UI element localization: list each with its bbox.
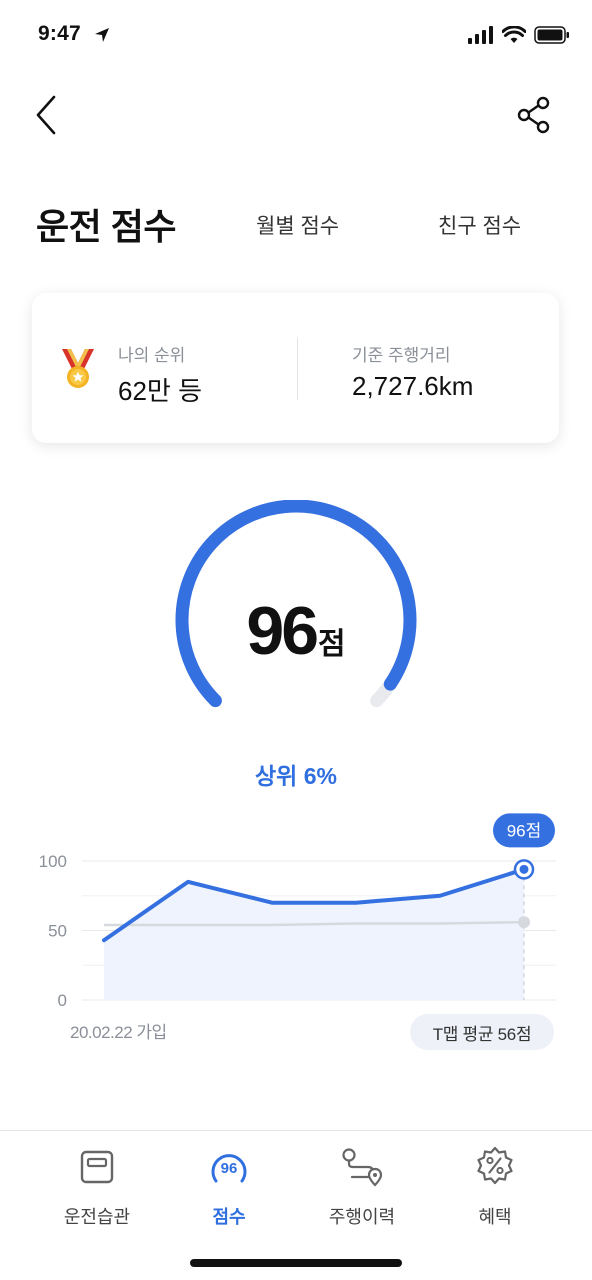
nav-bar xyxy=(0,80,592,152)
bottom-tab-bar: 운전습관 96 점수 주행이력 혜택 xyxy=(0,1130,592,1280)
bottom-tab-label: 점수 xyxy=(212,1207,246,1227)
status-bar: 9:47 xyxy=(0,0,592,72)
bottom-tab-score[interactable]: 96 점수 xyxy=(169,1145,289,1227)
rank-value: 62만 등 xyxy=(118,376,202,406)
signal-icon xyxy=(468,26,493,44)
score-badge-icon: 96 xyxy=(211,1154,247,1183)
bottom-tab-benefits[interactable]: 혜택 xyxy=(435,1145,555,1227)
back-button[interactable] xyxy=(26,92,66,138)
chart-tooltip-text: 96점 xyxy=(507,821,542,840)
tab-friends-score[interactable]: 친구 점수 xyxy=(438,210,521,240)
distance-value: 2,727.6km xyxy=(352,371,474,401)
chart-average-point xyxy=(518,916,530,929)
share-button[interactable] xyxy=(512,92,556,138)
bottom-tab-route-history[interactable]: 주행이력 xyxy=(302,1145,422,1227)
tab-monthly-score[interactable]: 월별 점수 xyxy=(256,210,339,240)
driving-habit-icon xyxy=(80,1150,114,1184)
tab-driving-score[interactable]: 운전 점수 xyxy=(36,198,176,250)
chevron-left-icon xyxy=(36,95,56,135)
chart-y-tick-label: 100 xyxy=(39,852,67,871)
score-unit: 점 xyxy=(318,628,346,661)
bottom-tab-label: 주행이력 xyxy=(328,1207,396,1227)
score-display: 96점 xyxy=(160,592,432,670)
chart-y-tick-label: 0 xyxy=(58,991,67,1010)
score-badge-text: 96 xyxy=(221,1160,238,1177)
rank-percent: 상위 6% xyxy=(255,763,337,789)
share-icon xyxy=(517,96,550,134)
bottom-tab-driving-habit[interactable]: 운전습관 xyxy=(37,1145,157,1227)
rank-card: 나의 순위 62만 등 기준 주행거리 2,727.6km xyxy=(32,293,559,443)
card-divider xyxy=(297,338,298,400)
status-time: 9:47 xyxy=(38,22,81,45)
status-indicators xyxy=(468,26,570,44)
location-arrow-icon xyxy=(95,28,109,42)
tmap-average-pill: T맵 평균 56점 xyxy=(410,1014,554,1050)
bottom-tab-label: 운전습관 xyxy=(63,1207,131,1227)
join-date-label: 20.02.22 가입 xyxy=(70,1023,167,1042)
discount-badge-icon xyxy=(477,1146,513,1185)
wifi-icon xyxy=(502,26,526,43)
home-indicator xyxy=(190,1259,402,1267)
rank-label: 나의 순위 xyxy=(118,346,186,365)
medal-icon xyxy=(62,349,94,388)
bottom-tab-label: 혜택 xyxy=(478,1207,512,1227)
score-tabs: 운전 점수 월별 점수 친구 점수 xyxy=(0,196,592,256)
chart-y-tick-label: 50 xyxy=(48,922,67,941)
distance-label: 기준 주행거리 xyxy=(352,346,451,365)
chart-latest-point-dot xyxy=(519,864,529,874)
score-value: 96 xyxy=(246,593,319,669)
battery-icon xyxy=(534,26,569,44)
route-history-icon xyxy=(342,1148,383,1187)
